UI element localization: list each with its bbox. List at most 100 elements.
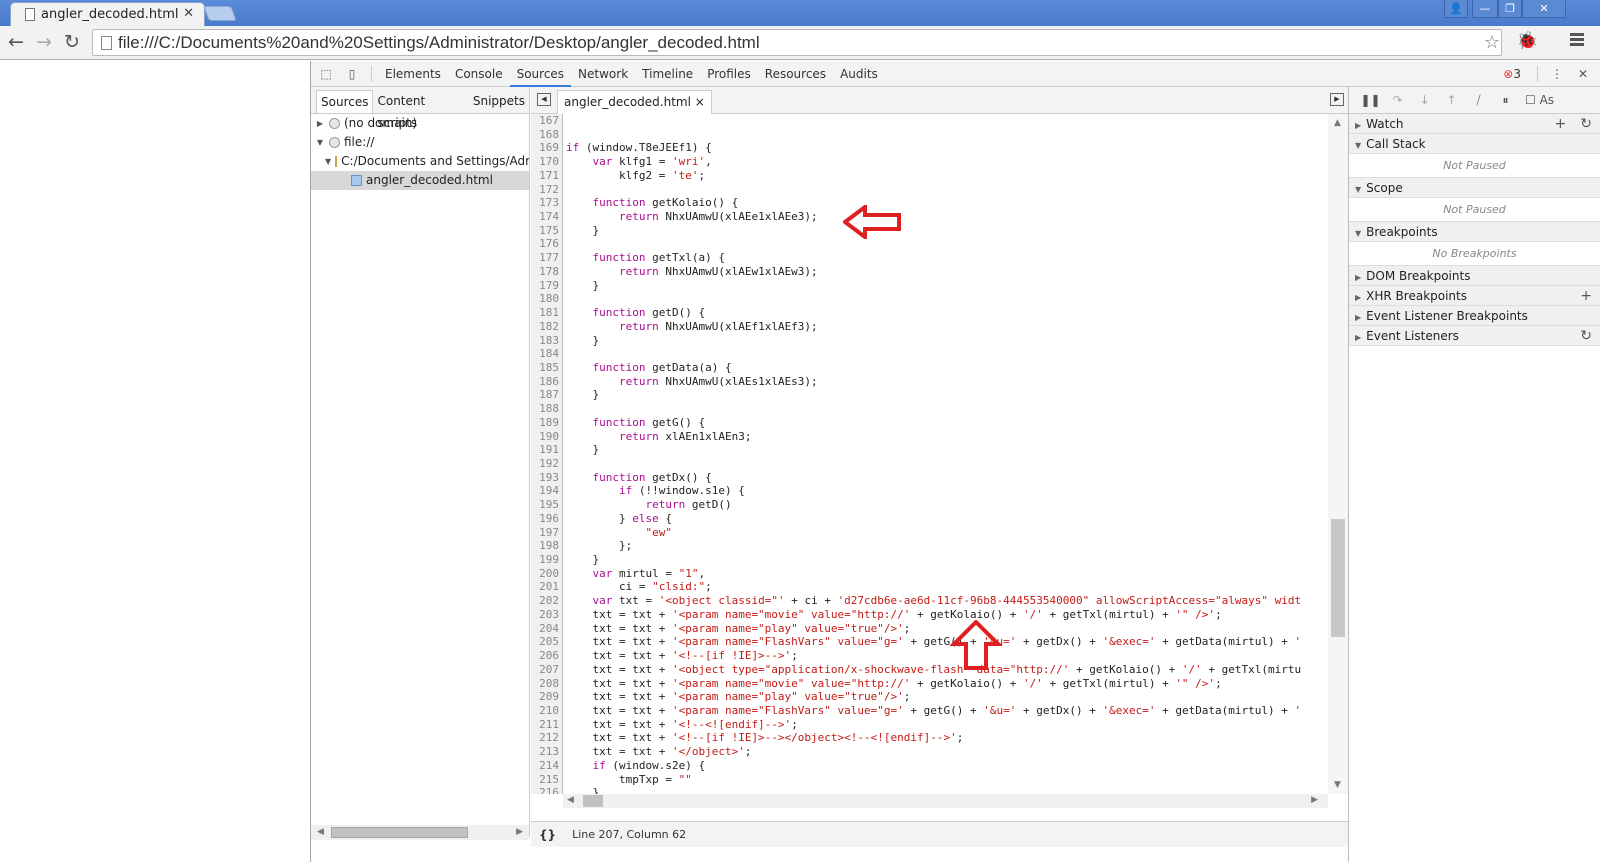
line-number[interactable]: 209	[531, 690, 559, 704]
line-number[interactable]: 197	[531, 526, 559, 540]
editor-vertical-scrollbar[interactable]: ▲ ▼	[1328, 114, 1348, 794]
line-number[interactable]: 169	[531, 141, 559, 155]
expand-arrow-icon[interactable]: ▶	[1355, 121, 1361, 130]
line-number[interactable]: 198	[531, 539, 559, 553]
line-number[interactable]: 189	[531, 416, 559, 430]
line-number[interactable]: 205	[531, 635, 559, 649]
line-number[interactable]: 207	[531, 663, 559, 677]
line-number[interactable]: 177	[531, 251, 559, 265]
line-number[interactable]: 172	[531, 183, 559, 197]
panel-tab-console[interactable]: Console	[448, 61, 510, 87]
async-checkbox[interactable]: ☐ As	[1525, 93, 1554, 107]
line-number[interactable]: 170	[531, 155, 559, 169]
line-number[interactable]: 213	[531, 745, 559, 759]
line-number[interactable]: 192	[531, 457, 559, 471]
bookmark-star-icon[interactable]: ☆	[1484, 32, 1500, 53]
line-number[interactable]: 204	[531, 622, 559, 636]
refresh-icon[interactable]: ↻	[1580, 116, 1592, 132]
line-number[interactable]: 212	[531, 731, 559, 745]
section-scope[interactable]: ▼ Scope	[1349, 178, 1600, 198]
line-number[interactable]: 199	[531, 553, 559, 567]
tree-item-file-selected[interactable]: angler_decoded.html	[311, 171, 529, 190]
section-xhr-breakpoints[interactable]: ▶ XHR Breakpoints +	[1349, 286, 1600, 306]
line-number[interactable]: 206	[531, 649, 559, 663]
section-breakpoints[interactable]: ▼ Breakpoints	[1349, 222, 1600, 242]
line-number[interactable]: 202	[531, 594, 559, 608]
scroll-right-icon[interactable]: ▶	[516, 827, 523, 837]
extension-bug-icon[interactable]: 🐞	[1517, 31, 1538, 51]
line-number[interactable]: 188	[531, 402, 559, 416]
scrollbar-thumb[interactable]	[1331, 519, 1345, 637]
navigator-tab-sources[interactable]: Sources	[316, 90, 374, 113]
line-number[interactable]: 182	[531, 320, 559, 334]
line-number[interactable]: 196	[531, 512, 559, 526]
close-tab-icon[interactable]: ✕	[183, 6, 194, 21]
line-number[interactable]: 203	[531, 608, 559, 622]
line-number[interactable]: 200	[531, 567, 559, 581]
user-icon[interactable]: 👤	[1444, 0, 1468, 18]
panel-tab-network[interactable]: Network	[571, 61, 635, 87]
line-number[interactable]: 193	[531, 471, 559, 485]
scroll-up-icon[interactable]: ▲	[1334, 118, 1341, 128]
tree-item-folder[interactable]: ▼ C:/Documents and Settings/Admi	[311, 152, 529, 171]
forward-icon[interactable]: →	[36, 31, 52, 53]
line-number[interactable]: 171	[531, 169, 559, 183]
line-number[interactable]: 176	[531, 237, 559, 251]
expand-arrow-icon[interactable]: ▶	[1355, 273, 1361, 282]
inspect-element-icon[interactable]: ⬚	[313, 67, 339, 81]
line-number[interactable]: 186	[531, 375, 559, 389]
line-number[interactable]: 215	[531, 773, 559, 787]
section-dom-breakpoints[interactable]: ▶ DOM Breakpoints	[1349, 266, 1600, 286]
line-number[interactable]: 185	[531, 361, 559, 375]
reload-icon[interactable]: ↻	[64, 31, 80, 53]
close-devtools-icon[interactable]: ✕	[1570, 67, 1596, 81]
address-bar[interactable]: file:///C:/Documents%20and%20Settings/Ad…	[92, 29, 1502, 56]
line-number[interactable]: 208	[531, 677, 559, 691]
navigator-horizontal-scrollbar[interactable]: ◀ ▶	[311, 825, 529, 840]
device-mode-icon[interactable]: ▯	[339, 67, 365, 81]
collapse-arrow-icon[interactable]: ▼	[325, 152, 331, 171]
restore-button[interactable]: ❐	[1498, 0, 1522, 18]
back-icon[interactable]: ←	[8, 31, 24, 53]
scrollbar-thumb[interactable]	[583, 795, 603, 807]
line-number[interactable]: 173	[531, 196, 559, 210]
add-icon[interactable]: +	[1555, 116, 1567, 132]
section-call-stack[interactable]: ▼ Call Stack	[1349, 134, 1600, 154]
pretty-print-button[interactable]: {}	[539, 828, 556, 842]
scroll-left-icon[interactable]: ◀	[317, 827, 324, 837]
line-number[interactable]: 174	[531, 210, 559, 224]
more-options-icon[interactable]: ⋮	[1544, 67, 1570, 81]
menu-icon[interactable]	[1570, 33, 1584, 48]
line-number[interactable]: 179	[531, 279, 559, 293]
navigator-tab-snippets[interactable]: Snippets	[469, 90, 529, 113]
collapse-arrow-icon[interactable]: ▼	[315, 133, 325, 152]
line-number[interactable]: 190	[531, 430, 559, 444]
code-area[interactable]: 167 168 169 if (window.T8eJEEf1) {170 var k…	[531, 114, 1328, 794]
panel-tab-sources[interactable]: Sources	[509, 61, 572, 87]
line-number[interactable]: 175	[531, 224, 559, 238]
tree-item-file[interactable]: ▼ file://	[311, 133, 529, 152]
error-counter[interactable]: ⊗3	[1503, 67, 1521, 81]
panel-tab-profiles[interactable]: Profiles	[700, 61, 758, 87]
line-number[interactable]: 211	[531, 718, 559, 732]
expand-arrow-icon[interactable]: ▶	[315, 114, 325, 133]
add-icon[interactable]: +	[1580, 288, 1592, 304]
navigator-tab-content-scripts[interactable]: Content scripts	[373, 90, 468, 130]
line-number[interactable]: 194	[531, 484, 559, 498]
close-window-button[interactable]: ✕	[1522, 0, 1566, 18]
editor-horizontal-scrollbar[interactable]: ◀ ▶	[563, 794, 1328, 808]
panel-tab-resources[interactable]: Resources	[758, 61, 833, 87]
step-into-icon[interactable]: ↓	[1411, 93, 1438, 107]
line-number[interactable]: 191	[531, 443, 559, 457]
section-event-listener-breakpoints[interactable]: ▶ Event Listener Breakpoints	[1349, 306, 1600, 326]
line-number[interactable]: 210	[531, 704, 559, 718]
minimize-button[interactable]: —	[1472, 0, 1498, 18]
pause-on-exceptions-icon[interactable]: ⏸	[1492, 93, 1519, 108]
toggle-navigator-icon[interactable]: ◀	[537, 93, 551, 106]
expand-arrow-icon[interactable]: ▶	[1355, 293, 1361, 302]
line-number[interactable]: 178	[531, 265, 559, 279]
scroll-down-icon[interactable]: ▼	[1334, 780, 1341, 790]
panel-tab-elements[interactable]: Elements	[378, 61, 448, 87]
line-number[interactable]: 214	[531, 759, 559, 773]
expand-arrow-icon[interactable]: ▶	[1355, 313, 1361, 322]
